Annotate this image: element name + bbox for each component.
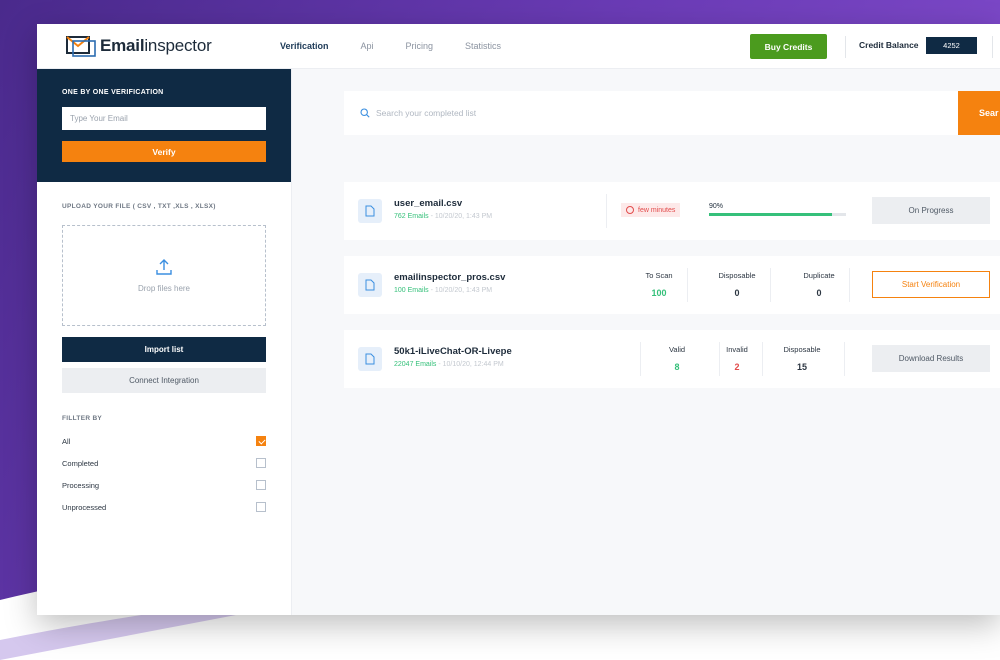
time-remaining-badge: few minutes — [621, 203, 681, 217]
clock-icon — [626, 206, 634, 214]
verify-button[interactable]: Verify — [62, 141, 266, 162]
nav-statistics[interactable]: Statistics — [465, 41, 501, 51]
list-item: user_email.csv 762 Emails - 10/20/20, 1:… — [344, 182, 1000, 240]
start-verification-button[interactable]: Start Verification — [872, 271, 990, 298]
list-item: emailinspector_pros.csv 100 Emails - 10/… — [344, 256, 1000, 314]
divider — [849, 268, 850, 302]
nav-pricing[interactable]: Pricing — [406, 41, 434, 51]
progress-label: 90% — [709, 203, 724, 210]
divider — [606, 194, 607, 228]
upload-icon — [156, 259, 172, 275]
header-divider — [992, 36, 993, 58]
divider — [640, 342, 641, 376]
upload-label: UPLOAD YOUR FILE ( CSV , TXT ,XLS , XLSX… — [62, 203, 216, 210]
app-window: Emailinspector Verification Api Pricing … — [37, 24, 1000, 615]
sidebar: ONE BY ONE VERIFICATION Type Your Email … — [37, 69, 292, 615]
file-meta: 100 Emails - 10/20/20, 1:43 PM — [394, 287, 493, 294]
divider — [844, 342, 845, 376]
envelope-logo-icon — [66, 36, 96, 57]
file-name[interactable]: 50k1-iLiveChat-OR-Livepe — [394, 346, 512, 357]
drop-text: Drop files here — [137, 284, 191, 293]
panel-title: ONE BY ONE VERIFICATION — [62, 89, 164, 96]
header-divider — [845, 36, 846, 58]
file-icon — [358, 273, 382, 297]
file-dropzone[interactable]: Drop files here — [62, 225, 266, 326]
stat-invalid: Invalid 2 — [726, 345, 748, 372]
filter-all[interactable]: All — [62, 434, 266, 448]
filter-unprocessed[interactable]: Unprocessed — [62, 500, 266, 514]
stat-disposable: Disposable 15 — [783, 345, 821, 372]
email-input[interactable]: Type Your Email — [62, 107, 266, 130]
connect-integration-button[interactable]: Connect Integration — [62, 368, 266, 393]
on-progress-button[interactable]: On Progress — [872, 197, 990, 224]
search-icon — [360, 108, 370, 118]
stat-valid: Valid 8 — [668, 345, 686, 372]
buy-credits-button[interactable]: Buy Credits — [750, 34, 827, 59]
checkbox-completed[interactable] — [256, 458, 266, 468]
filter-label-unprocessed: Unprocessed — [62, 502, 107, 512]
filter-label-processing: Processing — [62, 480, 100, 490]
file-name[interactable]: user_email.csv — [394, 198, 462, 209]
file-name[interactable]: emailinspector_pros.csv — [394, 272, 505, 283]
progress-fill — [709, 213, 833, 216]
single-verification-panel: ONE BY ONE VERIFICATION Type Your Email … — [37, 69, 291, 182]
stat-duplicate: Duplicate 0 — [803, 271, 835, 298]
progress-bar — [709, 213, 846, 216]
logo-text: Emailinspector — [100, 36, 212, 55]
file-meta: 762 Emails - 10/20/20, 1:43 PM — [394, 213, 493, 220]
search-input[interactable]: Search your completed list — [376, 108, 476, 118]
credit-balance-value: 4252 — [926, 37, 977, 54]
filter-label-all: All — [62, 436, 71, 446]
file-meta: 22047 Emails - 10/10/20, 12:44 PM — [394, 361, 504, 368]
checkbox-unprocessed[interactable] — [256, 502, 266, 512]
filter-completed[interactable]: Completed — [62, 456, 266, 470]
nav-api[interactable]: Api — [361, 41, 374, 51]
main-nav: Verification Api Pricing Statistics — [280, 41, 533, 51]
stat-disposable: Disposable 0 — [718, 271, 756, 298]
file-icon — [358, 347, 382, 371]
divider — [762, 342, 763, 376]
nav-verification[interactable]: Verification — [280, 41, 329, 51]
search-bar[interactable]: Search your completed list — [344, 91, 1000, 135]
list-item: 50k1-iLiveChat-OR-Livepe 22047 Emails - … — [344, 330, 1000, 388]
credit-balance-label: Credit Balance — [859, 40, 919, 50]
file-icon — [358, 199, 382, 223]
stat-to-scan: To Scan 100 — [645, 271, 673, 298]
download-results-button[interactable]: Download Results — [872, 345, 990, 372]
search-button[interactable]: Sear — [958, 91, 1000, 135]
checkbox-all[interactable] — [256, 436, 266, 446]
filter-label-completed: Completed — [62, 458, 99, 468]
filter-processing[interactable]: Processing — [62, 478, 266, 492]
top-navigation-bar: Emailinspector Verification Api Pricing … — [37, 24, 1000, 69]
filter-label: FILLTER BY — [62, 415, 103, 422]
import-list-button[interactable]: Import list — [62, 337, 266, 362]
divider — [687, 268, 688, 302]
logo[interactable]: Emailinspector — [65, 34, 235, 58]
checkbox-processing[interactable] — [256, 480, 266, 490]
divider — [770, 268, 771, 302]
